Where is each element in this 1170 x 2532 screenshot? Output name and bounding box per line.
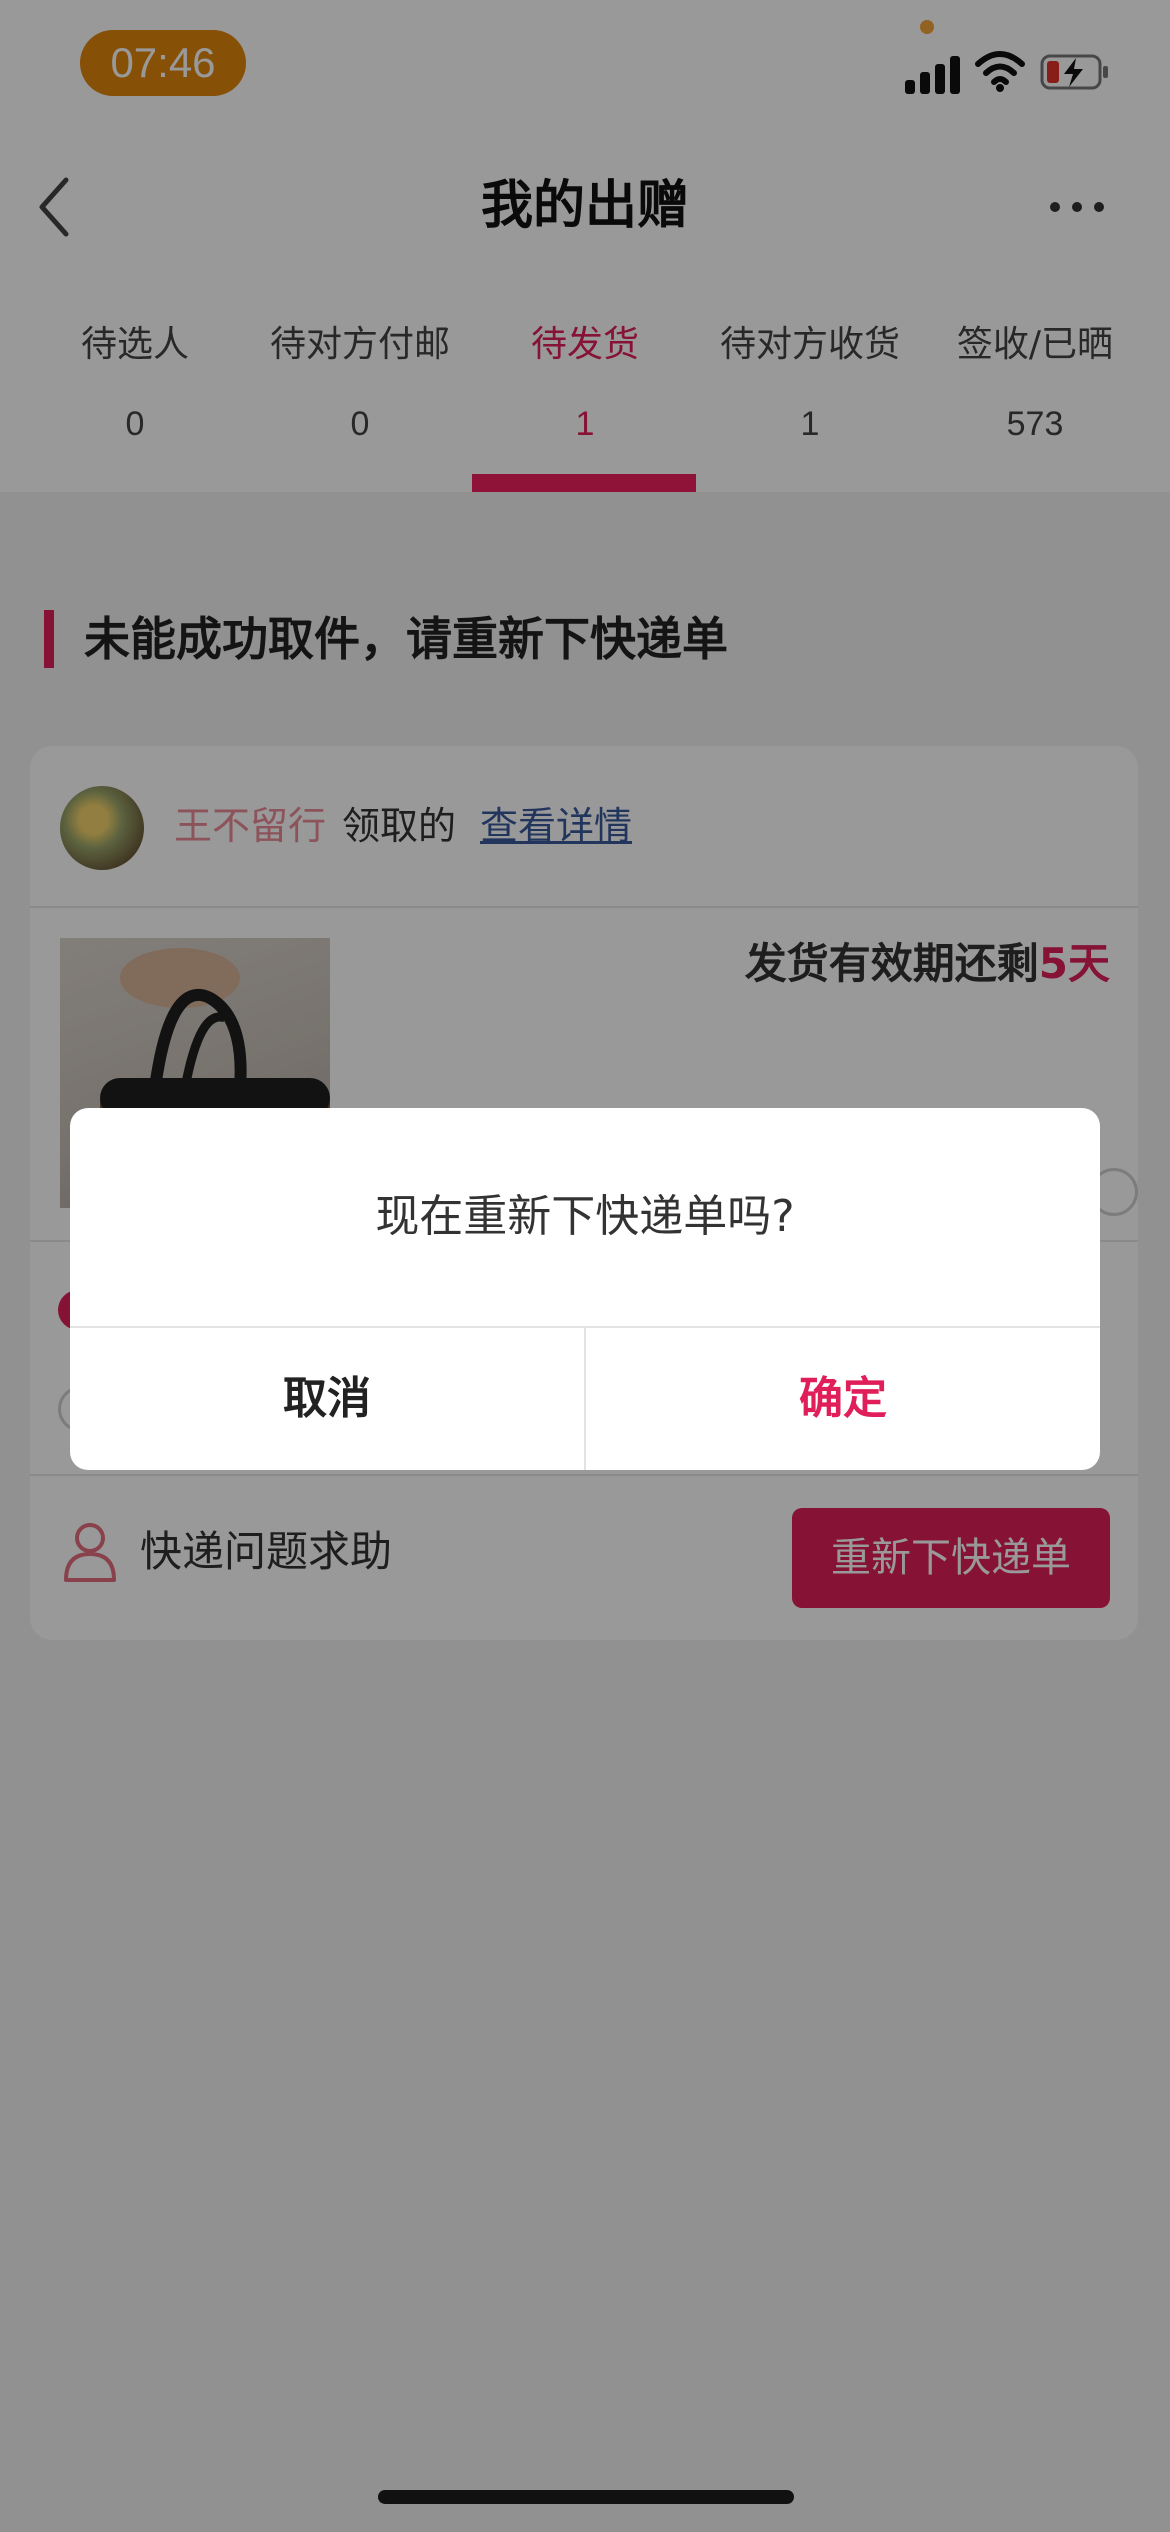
home-indicator[interactable] bbox=[378, 2490, 794, 2504]
cancel-button[interactable]: 取消 bbox=[70, 1328, 584, 1470]
dialog-message: 现在重新下快递单吗? bbox=[375, 1191, 795, 1242]
confirm-button[interactable]: 确定 bbox=[586, 1328, 1100, 1470]
confirm-dialog: 现在重新下快递单吗? 取消 确定 bbox=[70, 1108, 1100, 1470]
